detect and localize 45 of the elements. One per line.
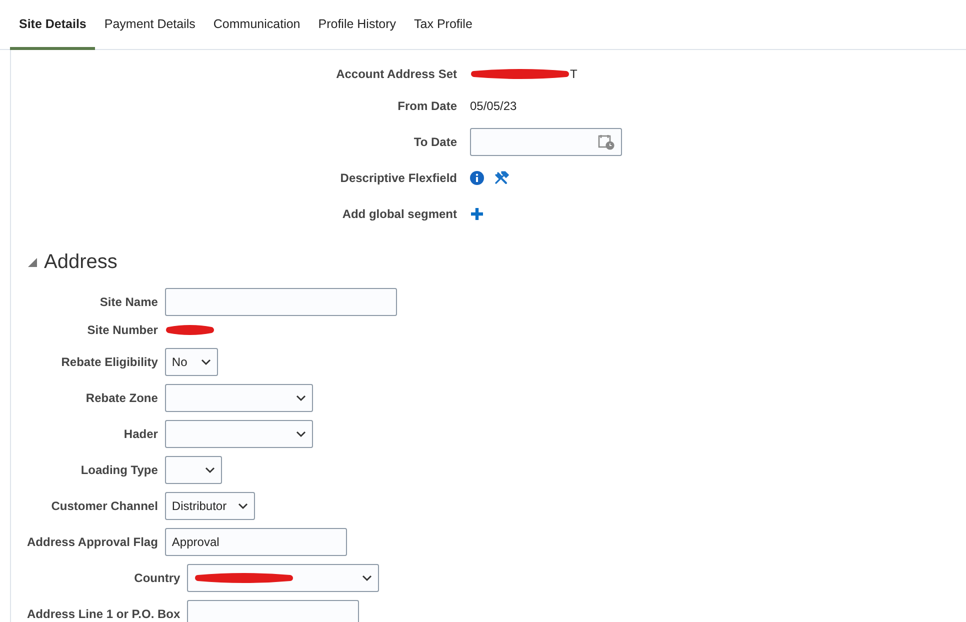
field-value: 05/05/23 <box>470 99 517 113</box>
field-label: Site Number <box>86 322 158 339</box>
chevron-down-icon <box>204 466 215 474</box>
chevron-down-icon <box>296 430 306 438</box>
chevron-down-icon <box>238 502 248 510</box>
field-label: From Date <box>396 98 457 115</box>
plus-icon[interactable] <box>470 207 484 221</box>
chevron-down-icon <box>200 358 211 366</box>
field-label: To Date <box>412 134 457 151</box>
tab[interactable]: Communication <box>204 0 310 50</box>
field-label: Country <box>133 570 180 587</box>
select-field[interactable] <box>187 564 380 592</box>
chevron-down-icon <box>296 394 306 402</box>
tab[interactable]: Site Details <box>10 0 96 50</box>
text-field[interactable] <box>164 288 397 316</box>
field-label: Address Approval Flag <box>27 534 158 551</box>
tab[interactable]: Tax Profile <box>405 0 482 50</box>
redaction-mark <box>164 325 215 335</box>
field-value: T <box>570 67 578 81</box>
select-field[interactable]: No <box>164 348 218 376</box>
text-field[interactable]: Approval <box>164 528 347 556</box>
select-field[interactable]: Distributor <box>164 492 255 520</box>
select-field[interactable] <box>164 456 222 484</box>
field-label: Loading Type <box>80 462 158 479</box>
field-label: Rebate Eligibility <box>60 354 158 371</box>
select-field[interactable] <box>164 420 313 448</box>
field-label: Customer Channel <box>50 498 158 515</box>
tools-icon[interactable] <box>494 171 509 185</box>
chevron-down-icon <box>362 574 372 582</box>
triangle-icon[interactable] <box>27 256 38 268</box>
section-title: Address <box>44 250 118 274</box>
field-label: Hader <box>122 426 158 443</box>
text-field[interactable] <box>187 600 360 622</box>
field-label: Rebate Zone <box>84 390 158 407</box>
field-label: Site Name <box>98 294 158 311</box>
tab[interactable]: Payment Details <box>95 0 204 50</box>
field-label: Account Address Set <box>335 66 457 83</box>
tab[interactable]: Profile History <box>309 0 406 50</box>
calendar-icon <box>598 134 615 150</box>
field-label: Add global segment <box>341 206 457 223</box>
field-label: Descriptive Flexfield <box>339 170 457 187</box>
field-label: Address Line 1 or P.O. Box <box>27 606 180 622</box>
date-field[interactable] <box>470 128 622 156</box>
info-icon[interactable] <box>470 171 484 185</box>
select-field[interactable] <box>164 384 313 412</box>
